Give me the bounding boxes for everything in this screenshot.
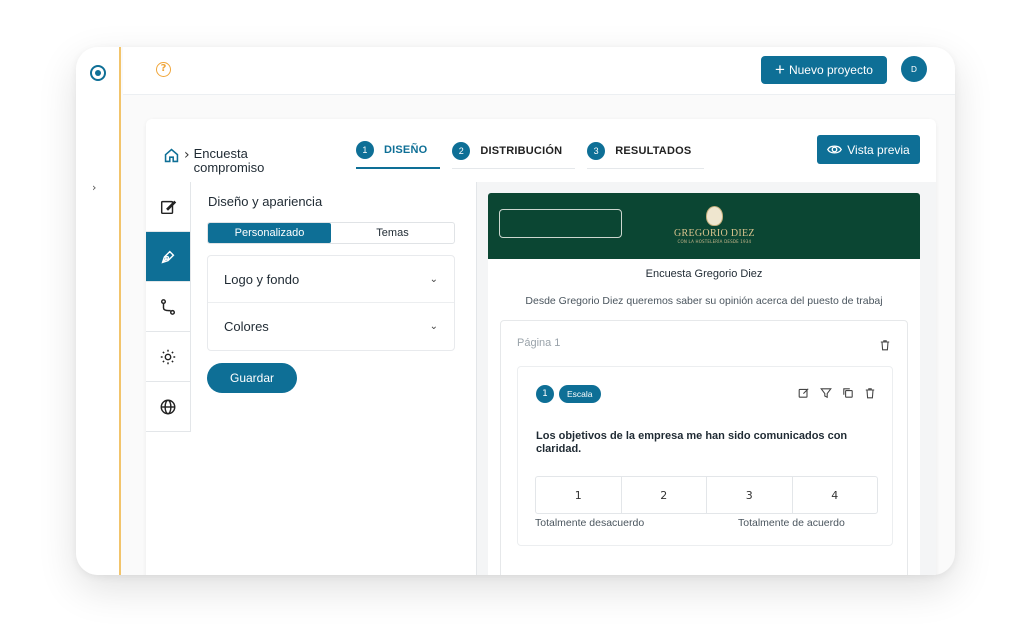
breadcrumb: › Encuesta compromiso xyxy=(163,147,284,175)
new-project-label: Nuevo proyecto xyxy=(788,63,873,77)
gear-icon xyxy=(160,349,176,364)
help-icon[interactable]: ? xyxy=(156,62,171,77)
accordion-logo-fondo[interactable]: Logo y fondo ⌄ xyxy=(208,256,454,303)
app-logo-icon[interactable] xyxy=(90,65,106,81)
design-mode-toggle: Personalizado Temas xyxy=(207,222,455,244)
section-heading: Diseño y apariencia xyxy=(208,194,323,209)
scale-option[interactable]: 4 xyxy=(793,477,878,513)
survey-preview: GREGORIO DIEZ CON LA HOSTELERÍA DESDE 19… xyxy=(476,182,936,575)
question-type-badge: Escala xyxy=(559,385,601,403)
accordion-colores[interactable]: Colores ⌄ xyxy=(208,303,454,350)
brand-logo: GREGORIO DIEZ CON LA HOSTELERÍA DESDE 19… xyxy=(674,206,755,244)
survey-sheet: Encuesta Gregorio Diez Desde Gregorio Di… xyxy=(488,259,920,575)
delete-page-icon[interactable] xyxy=(879,339,891,351)
logo-placeholder[interactable] xyxy=(499,209,622,238)
home-icon[interactable] xyxy=(163,147,180,164)
scale-max-label: Totalmente de acuerdo xyxy=(738,517,845,529)
tab-distribucion[interactable]: 2 DISTRIBUCIÓN xyxy=(452,141,576,169)
edit-icon[interactable] xyxy=(798,387,810,399)
question-number: 1 xyxy=(536,385,554,403)
tool-edit[interactable] xyxy=(146,182,190,232)
segment-personalizado[interactable]: Personalizado xyxy=(208,223,331,243)
question-actions xyxy=(798,387,876,399)
accordion-label: Colores xyxy=(224,319,269,334)
save-button[interactable]: Guardar xyxy=(207,363,297,393)
survey-title: Encuesta Gregorio Diez xyxy=(645,268,763,280)
step-number: 3 xyxy=(587,141,606,160)
route-icon xyxy=(160,298,176,315)
preview-button[interactable]: Vista previa xyxy=(817,135,920,164)
plus-icon: + xyxy=(775,60,785,79)
scale-options: 1 2 3 4 xyxy=(535,476,878,514)
step-label: RESULTADOS xyxy=(615,144,692,157)
tool-design[interactable] xyxy=(146,232,190,282)
scale-option[interactable]: 1 xyxy=(536,477,622,513)
editor-panel: › Encuesta compromiso 1 DISEÑO 2 DISTRIB… xyxy=(146,119,936,575)
step-number: 1 xyxy=(356,141,374,159)
pen-tool-icon xyxy=(161,250,175,264)
scale-option[interactable]: 2 xyxy=(622,477,707,513)
trash-icon[interactable] xyxy=(864,387,876,399)
new-project-button[interactable]: + Nuevo proyecto xyxy=(761,56,887,84)
survey-description: Desde Gregorio Diez queremos saber su op… xyxy=(525,295,883,307)
copy-icon[interactable] xyxy=(842,387,854,399)
brand-name: GREGORIO DIEZ xyxy=(674,228,755,239)
top-bar: ? + Nuevo proyecto D xyxy=(123,47,955,95)
tab-diseno[interactable]: 1 DISEÑO xyxy=(356,141,441,169)
step-number: 2 xyxy=(452,141,471,160)
app-window: › ? + Nuevo proyecto D › Encuesta compro… xyxy=(76,47,955,575)
scale-option[interactable]: 3 xyxy=(707,477,793,513)
wizard-steps: 1 DISEÑO 2 DISTRIBUCIÓN 3 RESULTADOS xyxy=(356,141,716,169)
scale-min-label: Totalmente desacuerdo xyxy=(535,517,645,529)
segment-temas[interactable]: Temas xyxy=(331,223,454,243)
survey-banner: GREGORIO DIEZ CON LA HOSTELERÍA DESDE 19… xyxy=(488,193,920,259)
chevron-down-icon: ⌄ xyxy=(429,273,438,285)
edit-icon xyxy=(160,200,177,214)
user-avatar[interactable]: D xyxy=(901,56,927,82)
chevron-right-icon: › xyxy=(184,147,190,163)
question-text: Los objetivos de la empresa me han sido … xyxy=(536,430,848,455)
expand-sidebar-icon[interactable]: › xyxy=(92,181,96,194)
tool-sidebar xyxy=(146,182,191,432)
design-settings: Diseño y apariencia Personalizado Temas … xyxy=(207,194,457,393)
tool-language[interactable] xyxy=(146,382,190,432)
step-label: DISEÑO xyxy=(384,144,428,156)
accordion-label: Logo y fondo xyxy=(224,271,300,287)
eye-icon xyxy=(827,145,843,154)
tool-logic[interactable] xyxy=(146,282,190,332)
brand-tagline: CON LA HOSTELERÍA DESDE 1934 xyxy=(677,239,752,244)
globe-icon xyxy=(160,399,176,414)
step-label: DISTRIBUCIÓN xyxy=(480,144,563,157)
survey-page: Página 1 1 Escala Los objetivos de la em… xyxy=(500,320,908,575)
page-title: Encuesta compromiso xyxy=(193,146,265,175)
main-sidebar: › xyxy=(76,47,121,575)
page-label: Página 1 xyxy=(517,337,561,349)
question-card[interactable]: 1 Escala Los objetivos de la empresa me … xyxy=(517,366,893,546)
brand-seal-icon xyxy=(705,206,723,226)
tool-settings[interactable] xyxy=(146,332,190,382)
design-accordion: Logo y fondo ⌄ Colores ⌄ xyxy=(207,255,455,351)
tab-resultados[interactable]: 3 RESULTADOS xyxy=(587,141,705,169)
preview-label: Vista previa xyxy=(847,142,910,157)
filter-icon[interactable] xyxy=(820,387,832,399)
chevron-down-icon: ⌄ xyxy=(429,321,438,332)
